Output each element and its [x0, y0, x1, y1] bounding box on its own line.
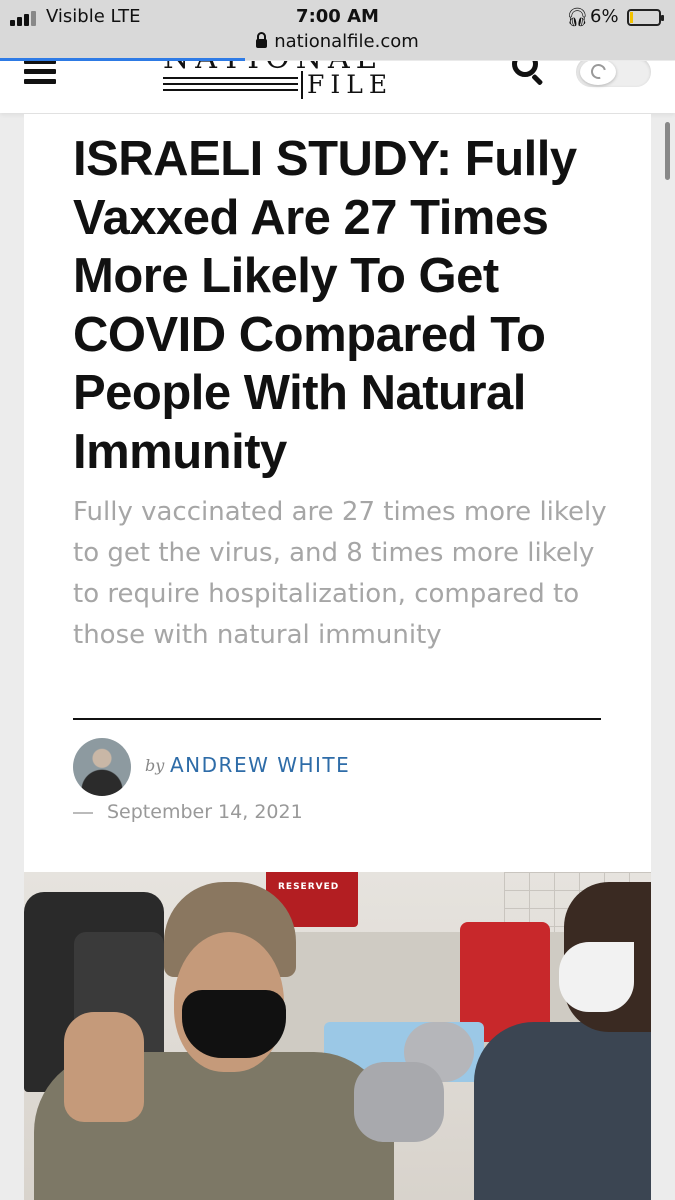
- moon-icon: [588, 61, 609, 82]
- publish-date-row: September 14, 2021: [73, 801, 303, 823]
- author-avatar[interactable]: [73, 738, 131, 796]
- battery-icon: [627, 9, 664, 26]
- hamburger-menu-icon[interactable]: [24, 61, 56, 84]
- logo-lines: [163, 77, 298, 97]
- status-row: Visible LTE 7:00 AM 🎧︎ 6%: [0, 6, 675, 30]
- lock-icon: [256, 32, 268, 48]
- photo-sign-text: RESERVED: [278, 882, 340, 892]
- site-header: NATIONAL FILE: [0, 61, 675, 113]
- scrollbar-thumb[interactable]: [665, 122, 670, 180]
- divider: [73, 718, 601, 720]
- battery-percent: 6%: [590, 6, 619, 27]
- site-logo[interactable]: NATIONAL FILE: [163, 61, 408, 103]
- author-link[interactable]: ANDREW WHITE: [170, 753, 350, 777]
- article-card: ISRAELI STUDY: Fully Vaxxed Are 27 Times…: [24, 114, 651, 1200]
- logo-bottom-text: FILE: [301, 71, 393, 99]
- date-dash: [73, 811, 93, 814]
- featured-image[interactable]: RESERVED: [24, 872, 651, 1200]
- headphones-icon: 🎧︎: [566, 7, 589, 28]
- article-subheadline: Fully vaccinated are 27 times more likel…: [73, 497, 607, 650]
- article-headline: ISRAELI STUDY: Fully Vaxxed Are 27 Times…: [73, 132, 577, 479]
- dark-mode-toggle[interactable]: [576, 61, 651, 87]
- status-bar: Visible LTE 7:00 AM 🎧︎ 6% nationalfile.c…: [0, 0, 675, 61]
- url-text: nationalfile.com: [274, 31, 419, 52]
- publish-date: September 14, 2021: [107, 801, 303, 823]
- address-bar[interactable]: nationalfile.com: [0, 31, 675, 52]
- search-icon[interactable]: [512, 61, 546, 86]
- byline-prefix: by: [145, 756, 165, 775]
